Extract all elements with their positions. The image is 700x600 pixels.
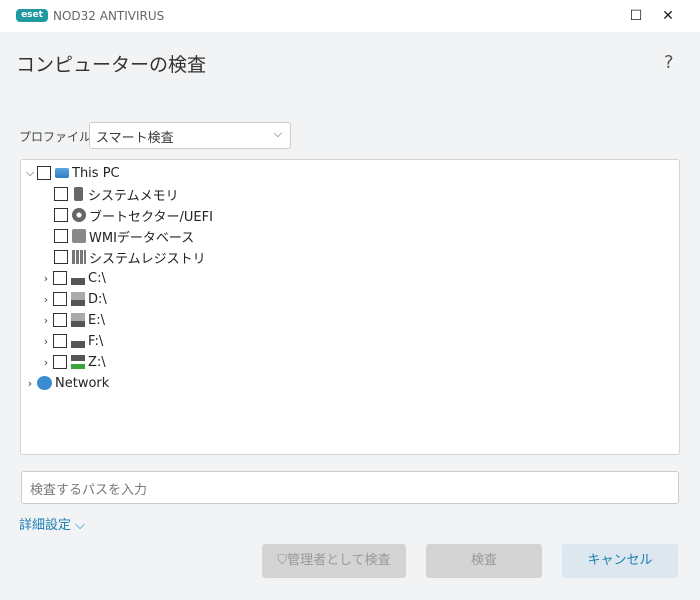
checkbox[interactable] bbox=[54, 208, 68, 222]
expand-icon[interactable]: › bbox=[39, 314, 53, 327]
tree-label: システムレジストリ bbox=[89, 251, 206, 267]
checkbox[interactable] bbox=[53, 292, 67, 306]
scan-target-tree: ⌵ This PC システムメモリ ブートセクター/UEFI WMIデータベース… bbox=[20, 159, 680, 455]
expand-icon[interactable]: › bbox=[39, 335, 53, 348]
chevron-down-icon: ⌵ bbox=[273, 127, 282, 140]
tree-label: F:\ bbox=[88, 333, 104, 349]
advanced-settings-link[interactable]: 詳細設定 ⌵ bbox=[19, 514, 85, 533]
eset-logo: eset bbox=[16, 9, 48, 22]
tree-node-drive[interactable]: › F:\ bbox=[39, 331, 103, 351]
expand-icon[interactable]: › bbox=[39, 293, 53, 306]
checkbox[interactable] bbox=[54, 250, 68, 264]
close-button[interactable]: ✕ bbox=[658, 6, 678, 26]
tree-node[interactable]: システムレジストリ bbox=[54, 247, 206, 267]
tree-node-drive[interactable]: › Z:\ bbox=[39, 352, 106, 372]
tree-node-this-pc[interactable]: ⌵ This PC bbox=[23, 163, 120, 183]
memory-chip-icon bbox=[74, 187, 83, 201]
tree-label: This PC bbox=[72, 165, 120, 181]
tree-label: システムメモリ bbox=[88, 188, 179, 204]
checkbox[interactable] bbox=[54, 187, 68, 201]
cancel-button[interactable]: キャンセル bbox=[562, 544, 678, 578]
checkbox[interactable] bbox=[53, 334, 67, 348]
shield-icon: ⛉ bbox=[277, 553, 288, 568]
tree-label: Z:\ bbox=[88, 354, 106, 370]
checkbox[interactable] bbox=[53, 271, 67, 285]
computer-icon bbox=[55, 168, 69, 178]
chevron-down-icon: ⌵ bbox=[75, 518, 86, 533]
tree-node-drive[interactable]: › E:\ bbox=[39, 310, 105, 330]
scan-button[interactable]: 検査 bbox=[426, 544, 542, 578]
tree-node-drive[interactable]: › C:\ bbox=[39, 268, 106, 288]
optical-drive-icon bbox=[71, 313, 85, 327]
expand-icon[interactable]: › bbox=[23, 377, 37, 390]
checkbox[interactable] bbox=[54, 229, 68, 243]
tree-label: WMIデータベース bbox=[89, 230, 195, 246]
expand-icon[interactable]: › bbox=[39, 272, 53, 285]
tree-label: E:\ bbox=[88, 312, 105, 328]
checkbox[interactable] bbox=[53, 313, 67, 327]
profile-label: プロファイル bbox=[19, 130, 92, 144]
network-icon bbox=[37, 376, 52, 390]
tree-label: C:\ bbox=[88, 270, 106, 286]
profile-select[interactable]: スマート検査 ⌵ bbox=[89, 122, 291, 149]
profile-value: スマート検査 bbox=[96, 131, 174, 146]
app-title: NOD32 ANTIVIRUS bbox=[53, 9, 165, 23]
page-title: コンピューターの検査 bbox=[16, 54, 207, 76]
wmi-database-icon bbox=[72, 229, 86, 243]
tree-node[interactable]: システムメモリ bbox=[54, 184, 179, 204]
tree-node[interactable]: ブートセクター/UEFI bbox=[54, 205, 213, 225]
tree-label: Network bbox=[55, 375, 110, 391]
collapse-icon[interactable]: ⌵ bbox=[23, 166, 37, 180]
admin-scan-label: 管理者として検査 bbox=[287, 553, 391, 568]
checkbox[interactable] bbox=[53, 355, 67, 369]
registry-icon bbox=[72, 250, 86, 264]
tree-label: ブートセクター/UEFI bbox=[89, 209, 213, 225]
admin-scan-button[interactable]: ⛉管理者として検査 bbox=[262, 544, 406, 578]
optical-drive-icon bbox=[71, 292, 85, 306]
network-drive-icon bbox=[71, 355, 85, 369]
maximize-button[interactable]: ☐ bbox=[626, 6, 646, 26]
expand-icon[interactable]: › bbox=[39, 356, 53, 369]
system-drive-icon bbox=[71, 271, 85, 285]
path-input[interactable]: 検査するパスを入力 bbox=[21, 471, 679, 504]
tree-label: D:\ bbox=[88, 291, 107, 307]
tree-node[interactable]: WMIデータベース bbox=[54, 226, 194, 246]
tree-node-drive[interactable]: › D:\ bbox=[39, 289, 107, 309]
checkbox[interactable] bbox=[37, 166, 51, 180]
advanced-label: 詳細設定 bbox=[19, 518, 72, 533]
tree-node-network[interactable]: › Network bbox=[23, 373, 109, 393]
title-bar: eset NOD32 ANTIVIRUS ☐ ✕ bbox=[0, 0, 700, 32]
drive-icon bbox=[71, 334, 85, 348]
help-button[interactable]: ? bbox=[664, 52, 674, 73]
disc-icon bbox=[72, 208, 86, 222]
